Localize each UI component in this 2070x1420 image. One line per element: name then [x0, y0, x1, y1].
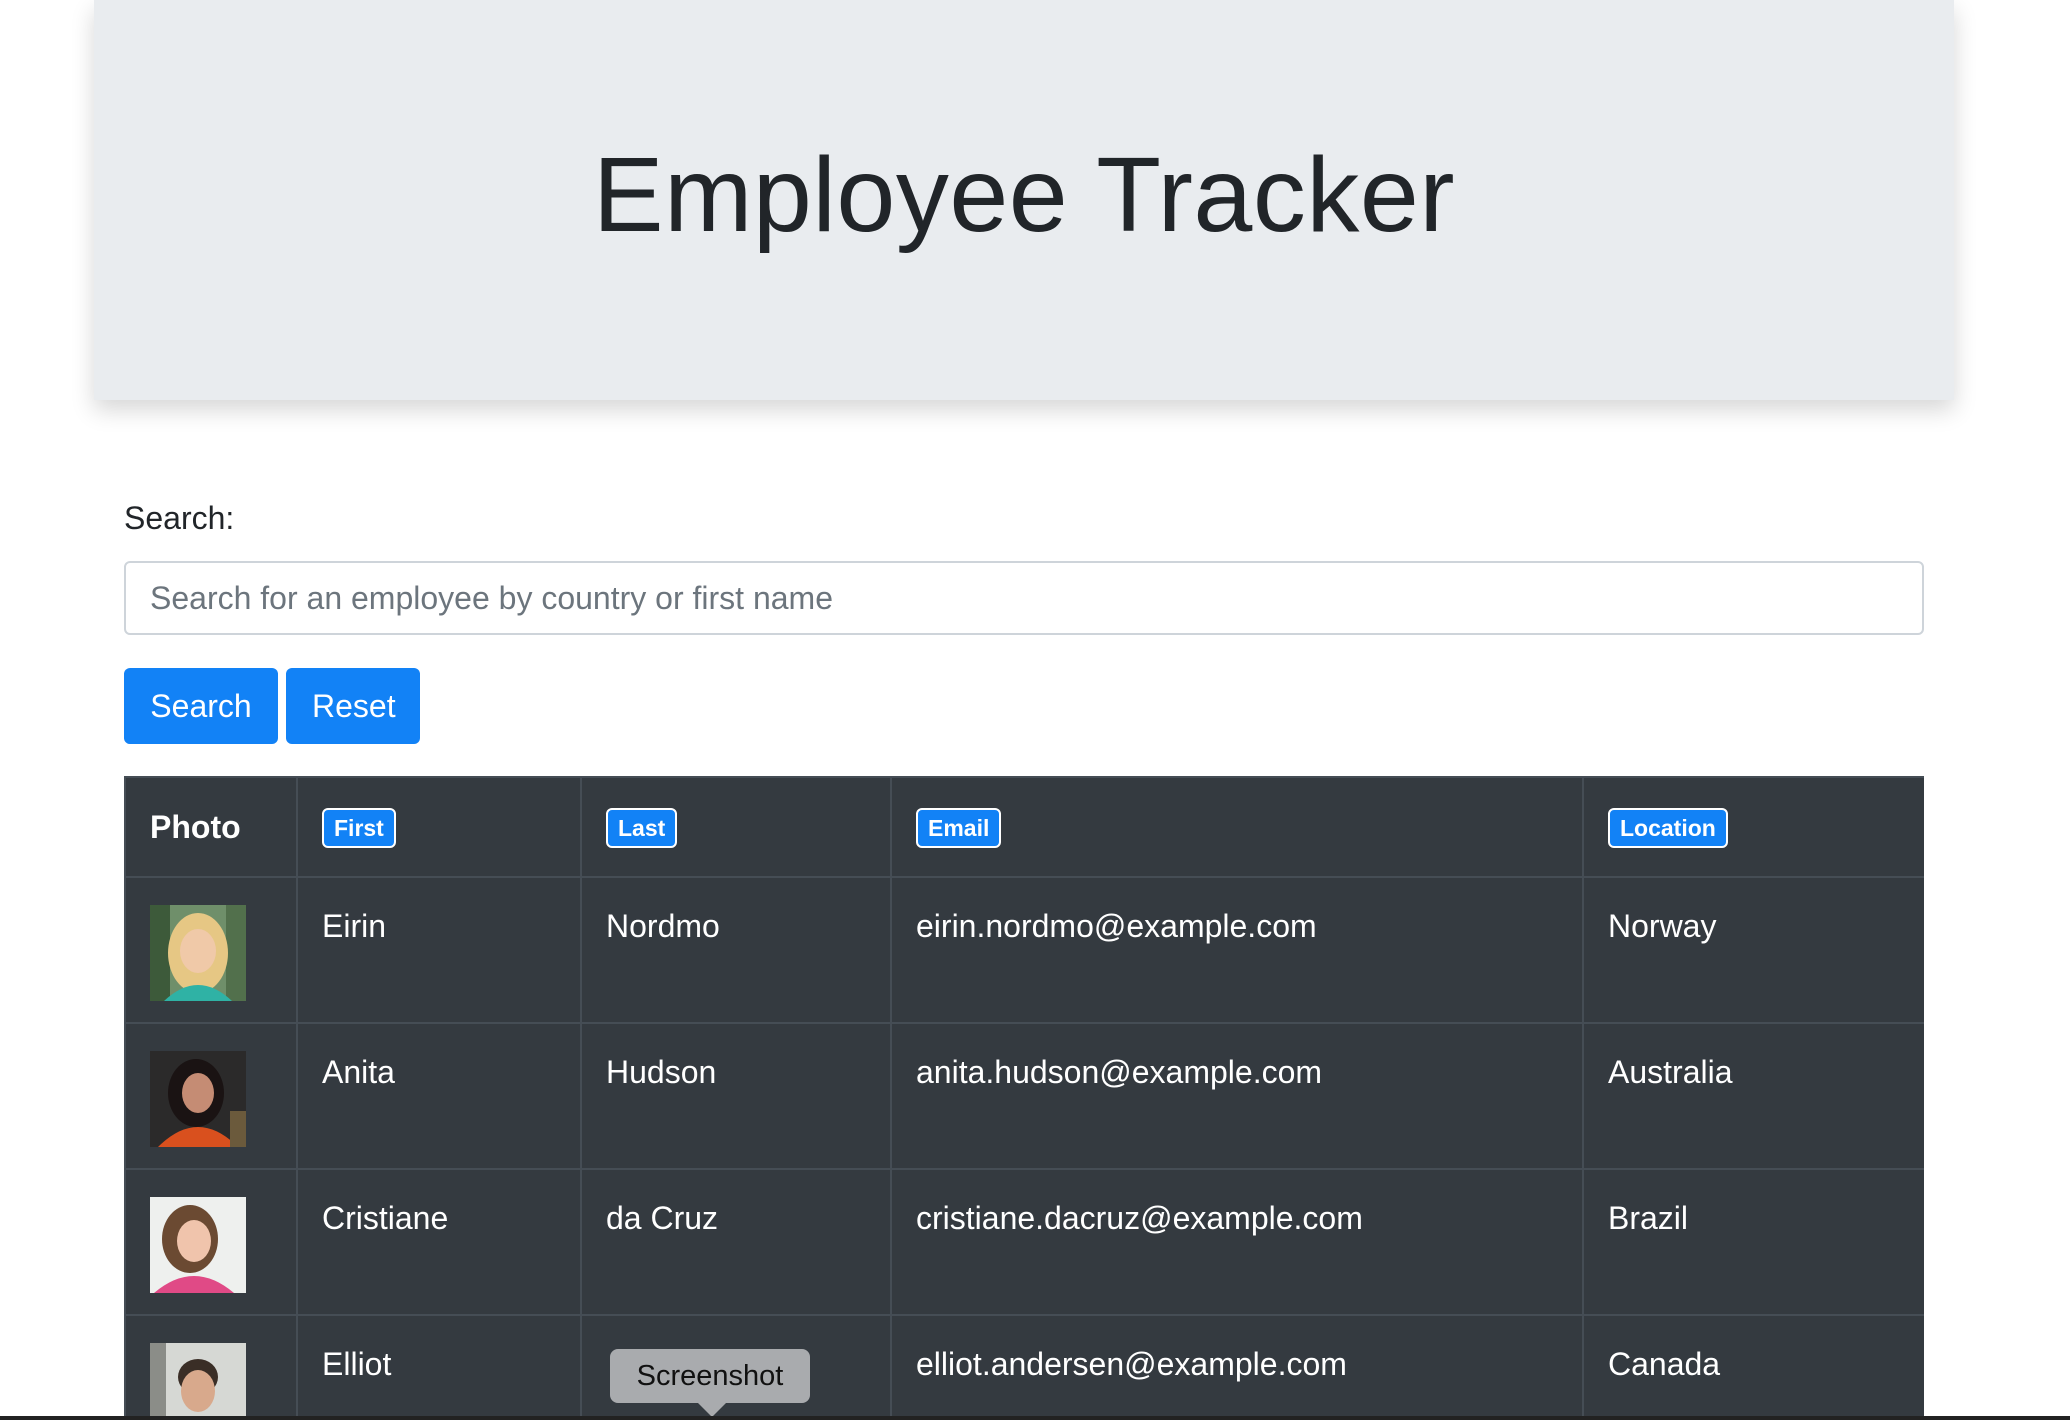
employee-table: Photo First Last Email Location Eirin No… — [124, 776, 1924, 1420]
employee-table-container: Photo First Last Email Location Eirin No… — [124, 776, 1924, 1420]
search-label: Search: — [124, 500, 235, 536]
photo-cell — [124, 1168, 298, 1316]
first-name-cell: Eirin — [296, 876, 582, 1024]
header-location: Location — [1582, 776, 1924, 878]
table-row: Cristiane da Cruz cristiane.dacruz@examp… — [124, 1168, 1924, 1316]
photo-cell — [124, 1022, 298, 1170]
location-cell: Australia — [1582, 1022, 1924, 1170]
sort-location-button[interactable]: Location — [1608, 807, 1728, 848]
avatar — [150, 905, 246, 1001]
tooltip-arrow — [698, 1403, 726, 1417]
first-name-cell: Elliot — [296, 1314, 582, 1420]
first-name-cell: Anita — [296, 1022, 582, 1170]
search-button[interactable]: Search — [124, 668, 278, 744]
photo-cell — [124, 1314, 298, 1420]
screenshot-tooltip: Screenshot — [610, 1349, 810, 1403]
reset-button[interactable]: Reset — [286, 668, 420, 744]
header-jumbotron: Employee Tracker — [94, 0, 1954, 400]
table-row: Anita Hudson anita.hudson@example.com Au… — [124, 1022, 1924, 1170]
email-cell: eirin.nordmo@example.com — [890, 876, 1584, 1024]
avatar — [150, 1343, 246, 1420]
table-row: Elliot elliot.andersen@example.com Canad… — [124, 1314, 1924, 1420]
search-input[interactable] — [124, 561, 1924, 635]
header-photo: Photo — [124, 776, 298, 878]
sort-email-button[interactable]: Email — [916, 807, 1002, 848]
last-name-cell: Hudson — [580, 1022, 892, 1170]
avatar — [150, 1197, 246, 1293]
last-name-cell: da Cruz — [580, 1168, 892, 1316]
email-cell: elliot.andersen@example.com — [890, 1314, 1584, 1420]
sort-first-button[interactable]: First — [322, 807, 396, 848]
window-bottom-edge — [0, 1416, 2070, 1420]
header-email: Email — [890, 776, 1584, 878]
location-cell: Norway — [1582, 876, 1924, 1024]
last-name-cell: Nordmo — [580, 876, 892, 1024]
header-first: First — [296, 776, 582, 878]
avatar — [150, 1051, 246, 1147]
sort-last-button[interactable]: Last — [606, 807, 678, 848]
table-row: Eirin Nordmo eirin.nordmo@example.com No… — [124, 876, 1924, 1024]
page-title: Employee Tracker — [592, 135, 1456, 254]
header-last: Last — [580, 776, 892, 878]
first-name-cell: Cristiane — [296, 1168, 582, 1316]
photo-cell — [124, 876, 298, 1024]
location-cell: Canada — [1582, 1314, 1924, 1420]
email-cell: anita.hudson@example.com — [890, 1022, 1584, 1170]
table-header-row: Photo First Last Email Location — [124, 776, 1924, 878]
email-cell: cristiane.dacruz@example.com — [890, 1168, 1584, 1316]
location-cell: Brazil — [1582, 1168, 1924, 1316]
